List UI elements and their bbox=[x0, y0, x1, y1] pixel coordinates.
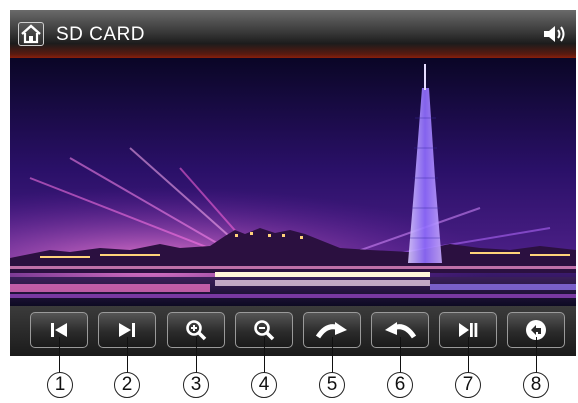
page-title: SD CARD bbox=[56, 24, 146, 45]
callout-line bbox=[468, 337, 469, 374]
callout-line bbox=[196, 337, 197, 374]
photo-viewer-screen: SD CARD bbox=[10, 10, 576, 356]
callout-line bbox=[536, 337, 537, 374]
callout-number: 5 bbox=[319, 372, 345, 398]
callout-line bbox=[264, 337, 265, 374]
callout-line bbox=[127, 337, 128, 374]
callout-number: 4 bbox=[251, 372, 277, 398]
callout-line bbox=[332, 337, 333, 374]
home-button[interactable] bbox=[18, 22, 44, 46]
callout-number: 7 bbox=[455, 372, 481, 398]
speaker-volume-icon[interactable] bbox=[542, 23, 570, 45]
home-icon bbox=[21, 24, 41, 44]
callout-number: 2 bbox=[114, 372, 140, 398]
control-toolbar bbox=[10, 306, 576, 356]
callout-number: 1 bbox=[47, 372, 73, 398]
callout-number: 6 bbox=[387, 372, 413, 398]
callout-number: 8 bbox=[523, 372, 549, 398]
photo-image bbox=[10, 58, 576, 306]
header-bar: SD CARD bbox=[10, 10, 576, 58]
callout-line bbox=[400, 337, 401, 374]
callout-line bbox=[59, 337, 60, 374]
callout-number: 3 bbox=[183, 372, 209, 398]
